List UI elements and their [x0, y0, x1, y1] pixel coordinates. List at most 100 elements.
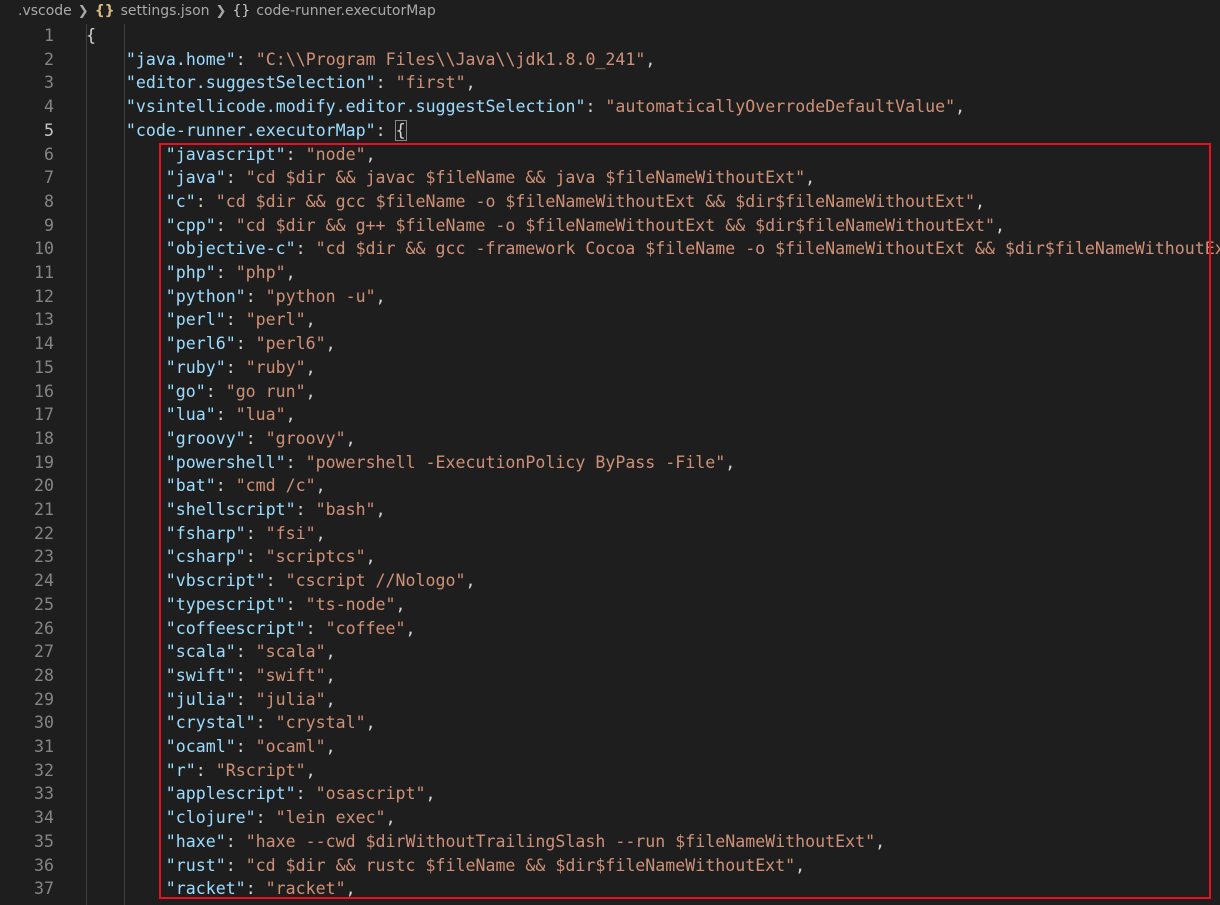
breadcrumb-folder[interactable]: .vscode	[18, 3, 72, 19]
line-content[interactable]: "code-runner.executorMap": {	[126, 119, 407, 143]
line-content[interactable]: "ruby": "ruby",	[166, 356, 316, 380]
line-content[interactable]: "rust": "cd $dir && rustc $fileName && $…	[166, 854, 805, 878]
chevron-right-icon: ❯	[77, 3, 89, 19]
line-content[interactable]: "typescript": "ts-node",	[166, 593, 406, 617]
line-content[interactable]: "vbscript": "cscript //Nologo",	[166, 569, 476, 593]
line-content[interactable]: "java": "cd $dir && javac $fileName && j…	[166, 166, 815, 190]
breadcrumb-symbol[interactable]: {} code-runner.executorMap	[232, 3, 435, 19]
line-content[interactable]: "haxe": "haxe --cwd $dirWithoutTrailingS…	[166, 830, 885, 854]
line-content[interactable]: "groovy": "groovy",	[166, 427, 356, 451]
line-content[interactable]: {	[86, 24, 96, 48]
line-content[interactable]: "python": "python -u",	[166, 285, 386, 309]
code-line: 22 "fsharp": "fsi",	[0, 522, 1220, 546]
line-number: 30	[34, 713, 54, 733]
comma: ,	[325, 737, 336, 756]
code-line: 2 "java.home": "C:\\Program Files\\Java\\…	[0, 48, 1220, 72]
code-editor[interactable]: 1{2 "java.home": "C:\\Program Files\\Java…	[0, 24, 1220, 905]
line-number: 23	[34, 547, 54, 567]
json-key: "clojure"	[165, 808, 256, 828]
json-value: "cd $dir && gcc $fileName -o $fileNameWi…	[215, 191, 975, 211]
code-line: 17 "lua": "lua",	[0, 403, 1220, 427]
comma: ,	[285, 263, 296, 282]
json-value: "crystal"	[275, 713, 366, 733]
line-content[interactable]: "applescript": "osascript",	[166, 782, 436, 806]
colon: :	[295, 500, 316, 519]
comma: ,	[955, 97, 966, 117]
json-value: "lein exec"	[275, 808, 386, 828]
colon: :	[205, 381, 226, 401]
line-content[interactable]: "lua": "lua",	[166, 403, 296, 427]
line-content[interactable]: "ocaml": "ocaml",	[166, 735, 336, 759]
comma: ,	[405, 618, 416, 638]
code-line: 10 "objective-c": "cd $dir && gcc -framew…	[0, 237, 1220, 261]
colon: :	[215, 263, 236, 282]
line-content[interactable]: "perl6": "perl6",	[166, 332, 336, 356]
json-key: "crystal"	[165, 713, 256, 733]
json-key: "python"	[165, 286, 246, 306]
json-value: "cd $dir && gcc -framework Cocoa $fileNa…	[315, 239, 1220, 259]
line-content[interactable]: "objective-c": "cd $dir && gcc -framewor…	[166, 237, 1220, 261]
line-content[interactable]: "coffeescript": "coffee",	[166, 617, 416, 641]
comma: ,	[315, 523, 326, 543]
code-line: 14 "perl6": "perl6",	[0, 332, 1220, 356]
json-value: "powershell -ExecutionPolicy ByPass -Fil…	[305, 452, 726, 472]
json-key: "julia"	[165, 689, 236, 709]
json-key: "lua"	[165, 405, 216, 425]
code-line: 11 "php": "php",	[0, 261, 1220, 285]
comma: ,	[345, 428, 356, 448]
line-content[interactable]: "bat": "cmd /c",	[166, 474, 326, 498]
json-value: "Rscript"	[215, 760, 306, 780]
line-content[interactable]: "editor.suggestSelection": "first",	[126, 71, 476, 95]
colon: :	[295, 239, 316, 259]
code-line: 18 "groovy": "groovy",	[0, 427, 1220, 451]
colon: :	[375, 73, 396, 93]
line-content[interactable]: "vsintellicode.modify.editor.suggestSele…	[126, 95, 965, 119]
line-number: 7	[44, 168, 54, 188]
comma: ,	[375, 286, 386, 306]
comma: ,	[325, 642, 336, 662]
line-number: 10	[34, 239, 54, 259]
json-key: "javascript"	[165, 144, 286, 164]
line-number: 15	[34, 357, 54, 377]
colon: :	[285, 594, 306, 614]
json-value: "perl6"	[255, 334, 326, 354]
line-number: 24	[34, 571, 54, 591]
json-key: "java"	[165, 168, 226, 188]
colon: :	[215, 476, 236, 496]
line-content[interactable]: "powershell": "powershell -ExecutionPoli…	[166, 451, 735, 475]
line-content[interactable]: "racket": "racket",	[166, 877, 356, 901]
line-content[interactable]: "javascript": "node",	[166, 143, 376, 167]
line-content[interactable]: "cpp": "cd $dir && g++ $fileName -o $fil…	[166, 214, 1005, 238]
json-value: "osascript"	[315, 784, 426, 804]
line-content[interactable]: "r": "Rscript",	[166, 759, 316, 783]
line-number: 18	[34, 428, 54, 448]
comma: ,	[365, 144, 376, 164]
line-content[interactable]: "julia": "julia",	[166, 688, 336, 712]
line-content[interactable]: "crystal": "crystal",	[166, 711, 376, 735]
json-key: "objective-c"	[165, 239, 296, 259]
json-value: "fsi"	[265, 523, 316, 543]
line-number: 37	[34, 879, 54, 899]
code-line: 3 "editor.suggestSelection": "first",	[0, 71, 1220, 95]
line-content[interactable]: "php": "php",	[166, 261, 296, 285]
breadcrumb-file[interactable]: {} settings.json	[95, 3, 210, 19]
line-content[interactable]: "go": "go run",	[166, 380, 316, 404]
line-content[interactable]: "swift": "swift",	[166, 664, 336, 688]
line-content[interactable]: "perl": "perl",	[166, 308, 316, 332]
line-content[interactable]: "clojure": "lein exec",	[166, 806, 396, 830]
line-content[interactable]: "java.home": "C:\\Program Files\\Java\\j…	[126, 48, 656, 72]
json-key: "perl"	[165, 310, 226, 330]
colon: :	[235, 334, 256, 354]
comma: ,	[285, 405, 296, 425]
line-content[interactable]: "csharp": "scriptcs",	[166, 545, 376, 569]
colon: :	[305, 618, 326, 638]
line-number: 22	[34, 523, 54, 543]
json-key: "groovy"	[165, 428, 246, 448]
line-content[interactable]: "scala": "scala",	[166, 640, 336, 664]
colon: :	[225, 168, 246, 188]
colon: :	[245, 523, 266, 543]
code-line: 26 "coffeescript": "coffee",	[0, 617, 1220, 641]
line-content[interactable]: "shellscript": "bash",	[166, 498, 386, 522]
line-content[interactable]: "fsharp": "fsi",	[166, 522, 326, 546]
line-content[interactable]: "c": "cd $dir && gcc $fileName -o $fileN…	[166, 190, 985, 214]
